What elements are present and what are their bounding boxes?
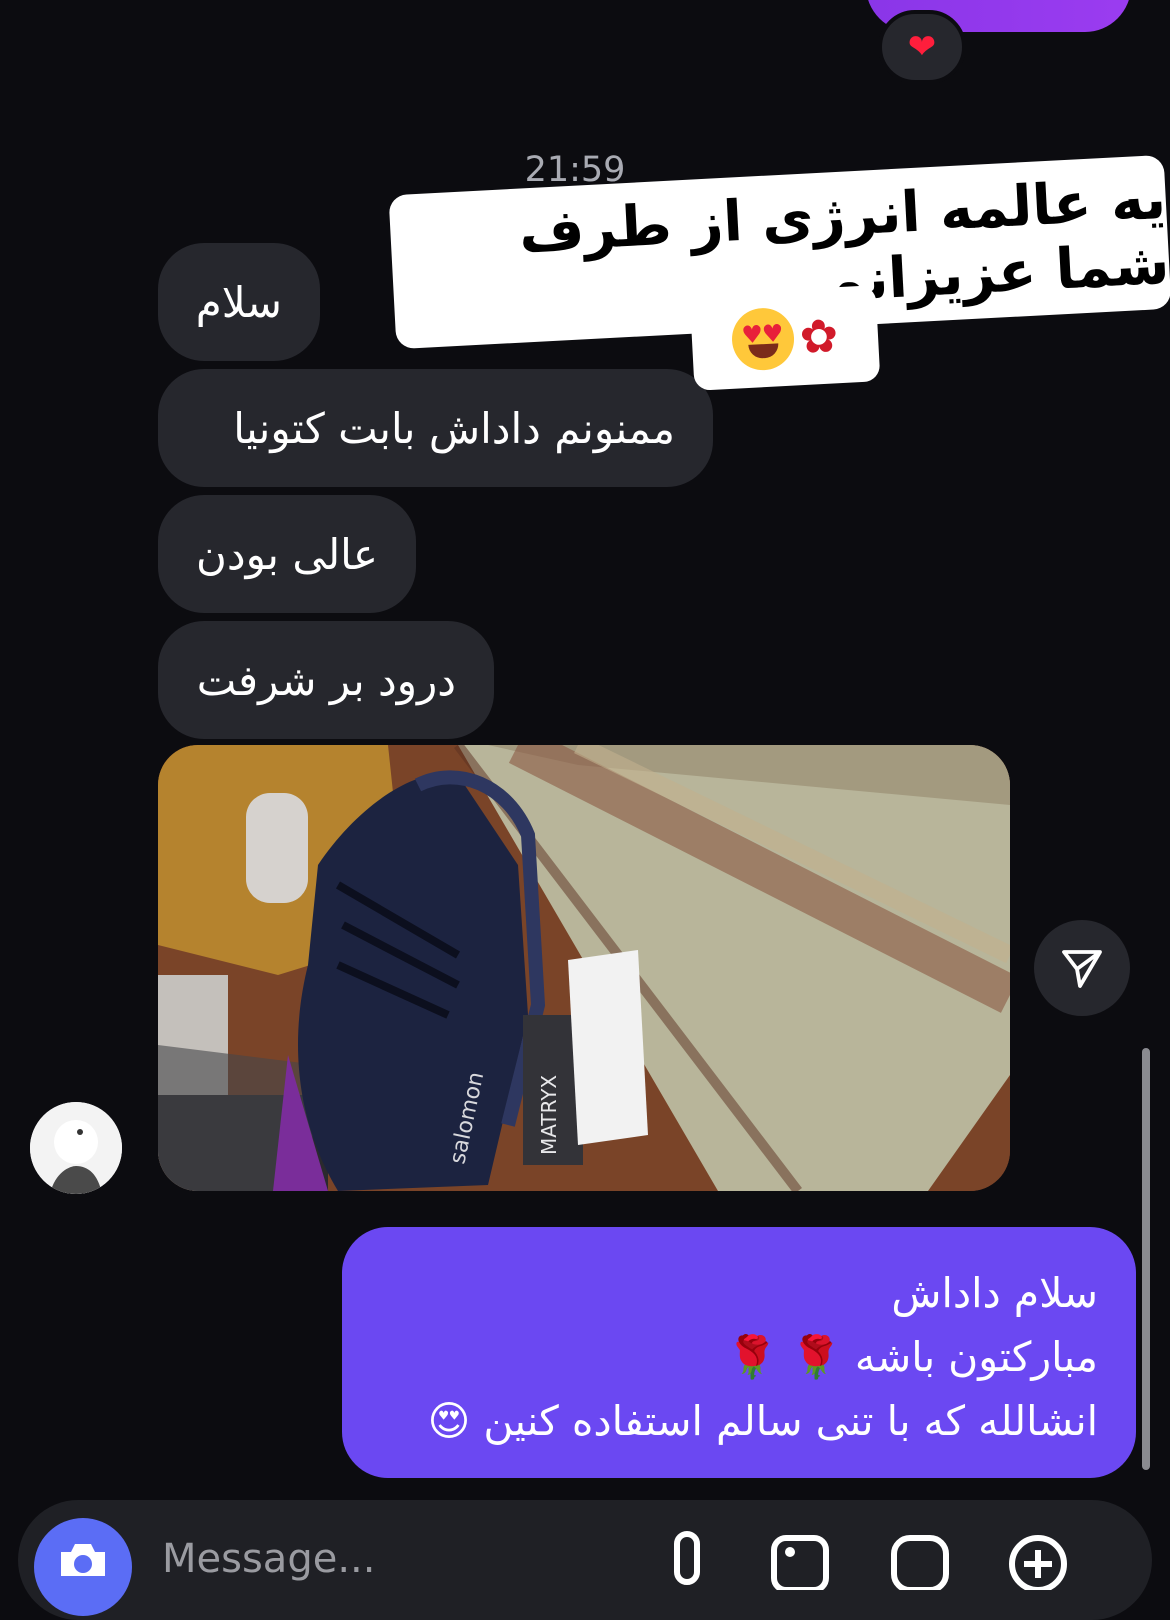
scrollbar[interactable] <box>1142 1048 1150 1470</box>
heart-reaction-icon[interactable]: ❤ <box>878 10 966 84</box>
outgoing-message-line: سلام داداش <box>891 1269 1098 1317</box>
message-input[interactable] <box>160 1528 524 1590</box>
microphone-icon[interactable] <box>655 1530 719 1590</box>
share-button[interactable] <box>1034 920 1130 1016</box>
outgoing-message[interactable]: سلام داداش مبارکتون باشه 🌹 🌹 انشالله که … <box>342 1227 1136 1478</box>
camera-icon <box>61 1544 105 1576</box>
shared-photo[interactable]: salomon MATRYX <box>158 745 1010 1191</box>
incoming-message[interactable]: درود بر شرفت <box>158 621 494 739</box>
camera-button[interactable] <box>34 1518 132 1616</box>
gallery-icon[interactable] <box>768 1530 832 1590</box>
outgoing-message-line: مبارکتون باشه 🌹 🌹 <box>726 1333 1098 1381</box>
incoming-message[interactable]: ممنونم داداش بابت کتونیا <box>158 369 713 487</box>
rose-emoji-icon: ✿ <box>798 308 840 365</box>
sticker-icon[interactable] <box>888 1530 952 1590</box>
add-icon[interactable] <box>1006 1530 1070 1590</box>
emoji-sticker: ✿ <box>689 285 881 391</box>
outgoing-message-line: انشالله که با تنی سالم استفاده کنین 😍 <box>427 1397 1098 1445</box>
send-icon <box>1062 950 1102 988</box>
incoming-message[interactable]: سلام <box>158 243 320 361</box>
heart-eyes-emoji-icon <box>730 306 796 372</box>
incoming-message[interactable]: عالی بودن <box>158 495 416 613</box>
photo-tag-text: MATRYX <box>537 1075 561 1155</box>
avatar[interactable] <box>30 1102 122 1194</box>
